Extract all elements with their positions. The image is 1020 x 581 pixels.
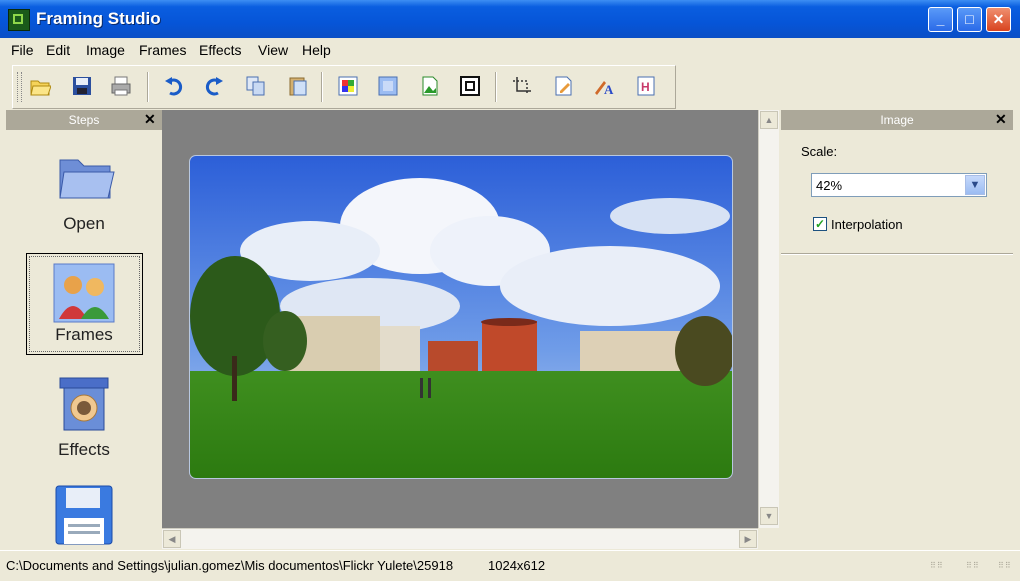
svg-text:A: A: [604, 82, 614, 97]
menu-effects[interactable]: Effects: [199, 42, 242, 58]
image-panel-title: Image: [880, 113, 914, 127]
title-bar[interactable]: Framing Studio _ □ ✕: [0, 0, 1020, 38]
status-grip-icon: ⠿⠿: [966, 561, 980, 570]
step-label: Open: [63, 214, 105, 233]
menu-file[interactable]: File: [11, 42, 34, 58]
menu-bar: File Edit Image Frames Effects View Help: [0, 38, 1020, 62]
text-icon[interactable]: A: [593, 75, 615, 97]
steps-panel-header: Steps: [6, 110, 162, 130]
scroll-left-button[interactable]: ◀: [163, 530, 181, 548]
vertical-scrollbar[interactable]: ▲ ▼: [758, 110, 779, 528]
redo-icon[interactable]: [203, 75, 225, 97]
save-icon[interactable]: [71, 75, 93, 97]
menu-image[interactable]: Image: [86, 42, 125, 58]
picture-icon[interactable]: [419, 75, 441, 97]
open-icon[interactable]: [29, 75, 52, 97]
menu-help[interactable]: Help: [302, 42, 331, 58]
floppy-icon: [55, 485, 113, 545]
close-icon[interactable]: ✕: [995, 111, 1007, 128]
toolbar: A H: [12, 65, 676, 109]
menu-frames[interactable]: Frames: [139, 42, 186, 58]
window-title: Framing Studio: [36, 9, 161, 28]
resize-grip-icon[interactable]: ⠿⠿: [998, 561, 1014, 573]
panel-divider: [781, 253, 1013, 254]
print-icon[interactable]: [110, 75, 132, 97]
interpolation-label[interactable]: Interpolation: [831, 217, 903, 232]
status-image-size: 1024x612: [488, 558, 546, 573]
toolbar-grip[interactable]: [17, 72, 22, 102]
framed-photo[interactable]: [190, 156, 732, 478]
close-icon[interactable]: ✕: [144, 111, 156, 128]
status-path: C:\Documents and Settings\julian.gomez\M…: [6, 558, 454, 573]
scale-label: Scale:: [801, 144, 838, 159]
edit-icon[interactable]: [553, 75, 575, 97]
effects-icon: [59, 377, 109, 431]
toolbar-separator: [321, 72, 322, 102]
interpolation-checkbox[interactable]: ✓: [813, 217, 827, 231]
close-button[interactable]: ✕: [986, 7, 1011, 32]
toolbar-separator: [147, 72, 148, 102]
status-bar: C:\Documents and Settings\julian.gomez\M…: [0, 550, 1020, 581]
chevron-down-icon[interactable]: ▼: [965, 175, 985, 195]
paste-icon[interactable]: [287, 75, 309, 97]
maximize-button[interactable]: □: [957, 7, 982, 32]
image-panel-header: Image: [781, 110, 1013, 130]
scale-select[interactable]: 42% ▼: [811, 173, 987, 197]
scroll-right-button[interactable]: ▶: [739, 530, 757, 548]
minimize-button[interactable]: _: [928, 7, 953, 32]
copy-icon[interactable]: [245, 75, 267, 97]
scroll-up-button[interactable]: ▲: [760, 111, 778, 129]
color-icon[interactable]: [337, 75, 359, 97]
caption-icon[interactable]: H: [635, 75, 657, 97]
undo-icon[interactable]: [163, 75, 185, 97]
scroll-down-button[interactable]: ▼: [760, 507, 778, 525]
step-effects[interactable]: Effects: [6, 368, 162, 468]
step-label: Effects: [58, 440, 110, 459]
step-open[interactable]: Open: [6, 144, 162, 244]
frame-border-icon[interactable]: [459, 75, 481, 97]
horizontal-scrollbar[interactable]: ◀ ▶: [162, 528, 758, 549]
toolbar-separator: [495, 72, 496, 102]
status-grip-icon: ⠿⠿: [930, 561, 944, 570]
image-panel: Image ✕ Scale: 42% ▼ ✓ Interpolation: [781, 110, 1013, 550]
crop-icon[interactable]: [511, 75, 533, 97]
app-logo-icon: [8, 9, 30, 31]
step-label: Frames: [55, 325, 113, 344]
menu-view[interactable]: View: [258, 42, 288, 58]
scale-value: 42%: [816, 178, 843, 193]
folder-icon: [59, 159, 115, 199]
svg-text:H: H: [641, 80, 650, 94]
step-frames[interactable]: Frames: [6, 253, 162, 355]
app-window: Framing Studio _ □ ✕ File Edit Image Fra…: [0, 0, 1020, 581]
frame-fill-icon[interactable]: [377, 75, 399, 97]
steps-panel-title: Steps: [68, 113, 100, 127]
steps-panel: Steps ✕ Open Frames Effects: [6, 110, 162, 550]
people-icon: [53, 263, 115, 323]
menu-edit[interactable]: Edit: [46, 42, 70, 58]
